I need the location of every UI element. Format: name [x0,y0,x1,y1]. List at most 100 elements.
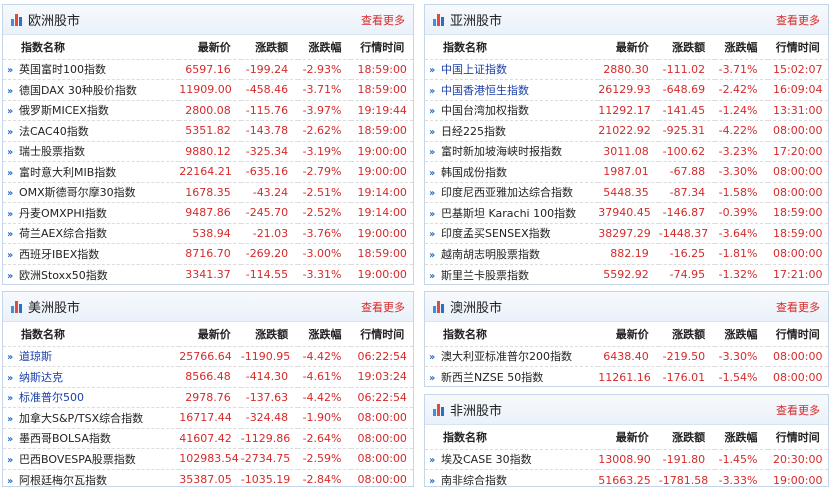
table-row[interactable]: ›› 新西兰NZSE 50指数 11261.16 -176.01 -1.54% 08:00… [425,366,828,386]
table-row[interactable]: ›› 墨西哥BOLSA指数 41607.42 -1129.86 -2.64% 08:00:… [3,427,413,449]
table-row[interactable]: ›› 巴西BOVESPA股票指数 102983.54 -2734.75 -2.59% 08… [3,448,413,469]
quote-time-cell: 08:00:00 [767,345,828,367]
table-row[interactable]: ›› 加拿大S&P/TSX综合指数 16717.44 -324.48 -1.90% 08:… [3,407,413,428]
table-row[interactable]: ›› 富时意大利MIB指数 22164.21 -635.16 -2.79% 19:00:0… [3,161,413,182]
index-name-link[interactable]: 中国上证指数 [441,63,507,76]
index-name-link[interactable]: 德国DAX 30种股价指数 [19,84,137,97]
index-name-link[interactable]: 俄罗斯MICEX指数 [19,104,109,117]
index-name-link[interactable]: OMX斯德哥尔摩30指数 [19,186,136,199]
panel-title-text: 非洲股市 [450,404,503,419]
view-more-link[interactable]: 查看更多 [776,402,820,418]
table-row[interactable]: ›› 德国DAX 30种股价指数 11909.00 -458.46 -3.71% 18:5… [3,79,413,100]
latest-price-cell: 9487.86 [179,202,241,223]
index-name-link[interactable]: 新西兰NZSE 50指数 [441,371,543,384]
table-row[interactable]: ›› 印度孟买SENSEX指数 38297.29 -1448.37 -3.64% 18:5… [425,222,828,244]
table-row[interactable]: ›› 标准普尔500 2978.76 -137.63 -4.42% 06:22:54 [3,386,413,408]
index-name-link[interactable]: 瑞士股票指数 [19,145,85,158]
index-name-link[interactable]: 澳大利亚标准普尔200指数 [441,350,572,363]
table-row[interactable]: ›› 中国上证指数 2880.30 -111.02 -3.71% 15:02:07 [425,58,828,80]
index-name-cell: ›› OMX斯德哥尔摩30指数 [3,181,180,203]
index-name-link[interactable]: 纳斯达克 [19,371,63,384]
index-name-link[interactable]: 富时新加坡海峡时报指数 [441,145,562,158]
table-row[interactable]: ›› 巴基斯坦 Karachi 100指数 37940.45 -146.87 -0.39… [425,202,828,223]
table-row[interactable]: ›› 印度尼西亚雅加达综合指数 5448.35 -87.34 -1.58% 08:00:0… [425,181,828,203]
quote-time-cell: 18:59:00 [767,202,828,223]
table-row[interactable]: ›› 英国富时100指数 6597.16 -199.24 -2.93% 18:59:00 [3,58,413,80]
table-row[interactable]: ›› 中国台湾加权指数 11292.17 -141.45 -1.24% 13:31:00 [425,99,828,121]
change-percent-cell: -3.33% [715,469,768,486]
index-name-link[interactable]: 巴基斯坦 Karachi 100指数 [441,207,576,220]
table-row[interactable]: ›› 丹麦OMXPHI指数 9487.86 -245.70 -2.52% 19:14:00 [3,202,413,223]
table-row[interactable]: ›› 瑞士股票指数 9880.12 -325.34 -3.19% 19:00:00 [3,140,413,162]
table-row[interactable]: ›› 纳斯达克 8566.48 -414.30 -4.61% 19:03:24 [3,366,413,387]
index-name-link[interactable]: 中国台湾加权指数 [441,104,529,117]
table-header-row: 指数名称 最新价 涨跌额 涨跌幅 行情时间 [425,35,828,59]
index-name-cell: ›› 中国香港恒生指数 [425,79,599,100]
index-name-link[interactable]: 印度孟买SENSEX指数 [441,227,551,240]
index-name-link[interactable]: 南非综合指数 [441,474,507,486]
change-amount-cell: -1781.58 [658,469,716,486]
index-name-link[interactable]: 道琼斯 [19,350,52,363]
index-name-link[interactable]: 越南胡志明股票指数 [441,248,540,261]
index-name-link[interactable]: 加拿大S&P/TSX综合指数 [19,412,143,425]
index-name-link[interactable]: 富时意大利MIB指数 [19,166,116,179]
index-name-link[interactable]: 阿根廷梅尔瓦指数 [19,474,107,487]
index-name-link[interactable]: 巴西BOVESPA股票指数 [19,453,136,466]
index-name-link[interactable]: 荷兰AEX综合指数 [19,227,107,240]
table-row[interactable]: ›› 越南胡志明股票指数 882.19 -16.25 -1.81% 08:00:00 [425,243,828,264]
change-percent-cell: -4.42% [298,386,352,408]
table-row[interactable]: ›› 埃及CASE 30指数 13008.90 -191.80 -1.45% 20:30:… [425,448,828,470]
index-name-link[interactable]: 法CAC40指数 [19,125,89,138]
index-name-cell: ›› 阿根廷梅尔瓦指数 [3,468,180,487]
table-row[interactable]: ›› 中国香港恒生指数 26129.93 -648.69 -2.42% 16:09:04 [425,79,828,100]
table-row[interactable]: ›› 富时新加坡海峡时报指数 3011.08 -100.62 -3.23% 17:20:0… [425,140,828,162]
index-name-link[interactable]: 斯里兰卡股票指数 [441,269,529,282]
index-name-link[interactable]: 日经225指数 [441,125,506,138]
index-name-link[interactable]: 印度尼西亚雅加达综合指数 [441,186,573,199]
bar-chart-icon [11,13,22,26]
latest-price-cell: 102983.54 [179,448,241,469]
view-more-link[interactable]: 查看更多 [361,299,405,315]
table-row[interactable]: ›› 日经225指数 21022.92 -925.31 -4.22% 08:00:00 [425,120,828,141]
table-row[interactable]: ›› 斯里兰卡股票指数 5592.92 -74.95 -1.32% 17:21:00 [425,263,828,284]
latest-price-cell: 3341.37 [179,263,241,284]
index-name-cell: ›› 标准普尔500 [3,386,180,408]
latest-price-cell: 2978.76 [179,386,241,408]
quote-time-cell: 19:00:00 [767,469,828,486]
change-amount-cell: -141.45 [658,99,716,121]
change-amount-cell: -16.25 [658,243,716,264]
table-row[interactable]: ›› 欧洲Stoxx50指数 3341.37 -114.55 -3.31% 19:00:0… [3,263,413,284]
index-name-link[interactable]: 英国富时100指数 [19,63,106,76]
table-row[interactable]: ›› 西班牙IBEX指数 8716.70 -269.20 -3.00% 18:59:00 [3,243,413,264]
latest-price-cell: 5448.35 [598,181,659,203]
index-name-link[interactable]: 欧洲Stoxx50指数 [19,269,108,282]
change-amount-cell: -111.02 [658,58,716,80]
latest-price-cell: 2880.30 [598,58,659,80]
view-more-link[interactable]: 查看更多 [776,299,820,315]
table-row[interactable]: ›› 韩国成份指数 1987.01 -67.88 -3.30% 08:00:00 [425,161,828,182]
index-name-link[interactable]: 墨西哥BOLSA指数 [19,432,111,445]
double-chevron-icon: ›› [429,455,435,467]
view-more-link[interactable]: 查看更多 [776,12,820,28]
table-row[interactable]: ›› OMX斯德哥尔摩30指数 1678.35 -43.24 -2.51% 19:14:0… [3,181,413,203]
table-row[interactable]: ›› 法CAC40指数 5351.82 -143.78 -2.62% 18:59:00 [3,120,413,141]
table-row[interactable]: ›› 荷兰AEX综合指数 538.94 -21.03 -3.76% 19:00:00 [3,222,413,244]
latest-price-cell: 6597.16 [179,58,241,80]
index-name-link[interactable]: 标准普尔500 [19,391,84,404]
index-name-cell: ›› 南非综合指数 [425,469,599,486]
index-name-link[interactable]: 埃及CASE 30指数 [441,453,532,466]
view-more-link[interactable]: 查看更多 [361,12,405,28]
index-name-link[interactable]: 西班牙IBEX指数 [19,248,99,261]
index-name-link[interactable]: 丹麦OMXPHI指数 [19,207,107,220]
table-row[interactable]: ›› 澳大利亚标准普尔200指数 6438.40 -219.50 -3.30% 08:00… [425,345,828,367]
index-name-link[interactable]: 中国香港恒生指数 [441,84,529,97]
index-name-link[interactable]: 韩国成份指数 [441,166,507,179]
table-row[interactable]: ›› 俄罗斯MICEX指数 2800.08 -115.76 -3.97% 19:19:44 [3,99,413,121]
latest-price-cell: 1987.01 [598,161,659,182]
table-row[interactable]: ›› 南非综合指数 51663.25 -1781.58 -3.33% 19:00:00 [425,469,828,486]
change-percent-cell: -1.32% [715,263,768,284]
panel-title-text: 欧洲股市 [28,14,81,29]
table-row[interactable]: ›› 阿根廷梅尔瓦指数 35387.05 -1035.19 -2.84% 08:00:00 [3,468,413,487]
table-row[interactable]: ›› 道琼斯 25766.64 -1190.95 -4.42% 06:22:54 [3,345,413,367]
column-header-pct: 涨跌幅 [308,327,342,341]
